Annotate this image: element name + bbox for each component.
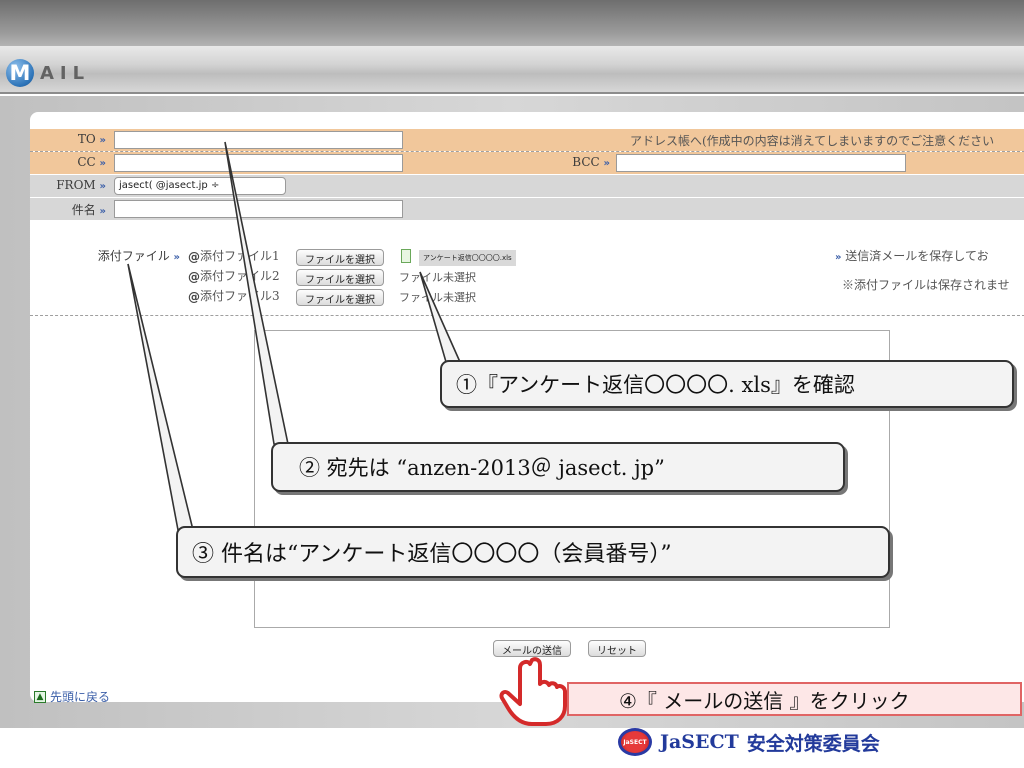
callout-step-2: ② 宛先は “anzen-2013＠ jasect. jp” — [271, 442, 845, 492]
callout-3-pointer — [127, 263, 195, 531]
hand-pointer-icon — [499, 657, 567, 726]
callout-step-3: ③ 件名は“アンケート返信〇〇〇〇（会員番号）” — [176, 526, 890, 578]
jasect-logo: JaSECT — [618, 728, 652, 756]
jasect-brand: JaSECT JaSECT 安全対策委員会 — [618, 728, 880, 756]
callout-2-pointer — [224, 141, 289, 445]
callout-step-1: ①『アンケート返信〇〇〇〇. xls』を確認 — [440, 360, 1014, 408]
brand-name-jp: 安全対策委員会 — [746, 732, 880, 755]
brand-name-en: JaSECT — [660, 731, 739, 753]
callout-1-pointer — [419, 271, 462, 363]
callout-step-4: ④『 メールの送信 』をクリック — [567, 682, 1022, 716]
